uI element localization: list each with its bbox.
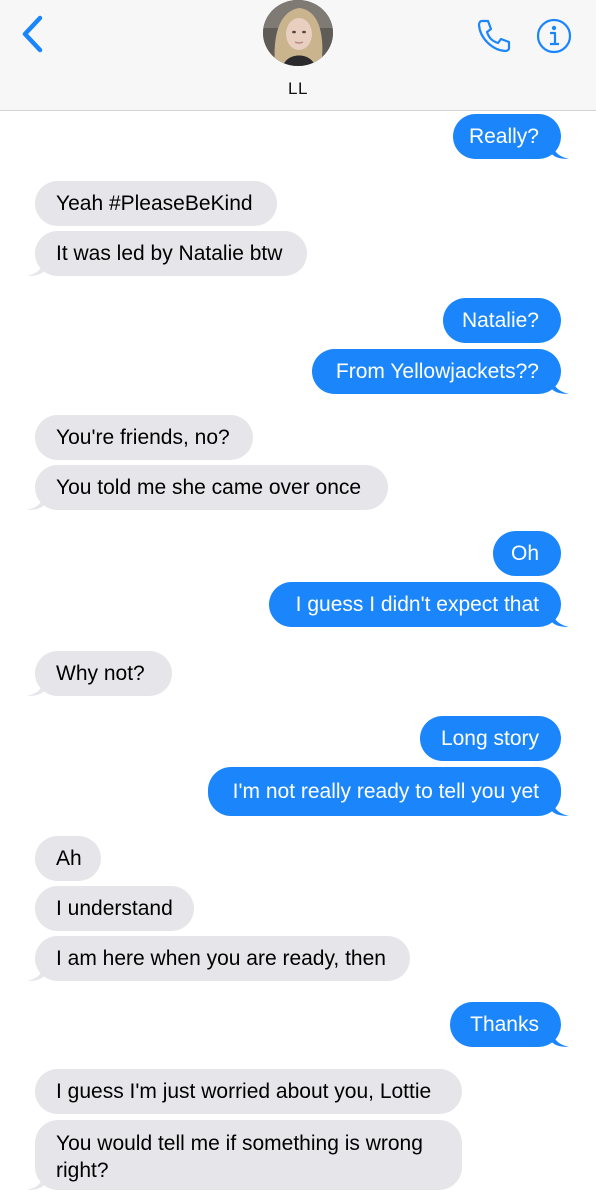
message-text: Why not? bbox=[56, 662, 145, 685]
bubble-tail bbox=[27, 490, 45, 510]
message-text: Ah bbox=[56, 847, 82, 870]
sent-message-bubble[interactable]: Natalie? bbox=[443, 298, 561, 343]
sent-message-bubble[interactable]: Thanks bbox=[450, 1002, 561, 1047]
message-text: I understand bbox=[56, 897, 173, 920]
contact-photo bbox=[263, 0, 333, 66]
message-text: From Yellowjackets?? bbox=[335, 360, 539, 383]
sent-message-bubble[interactable]: Oh bbox=[493, 531, 561, 576]
message-text: Oh bbox=[510, 542, 539, 565]
info-button[interactable] bbox=[534, 16, 574, 56]
bubble-tail bbox=[27, 676, 45, 696]
message-text: Thanks bbox=[470, 1013, 539, 1036]
bubble-tail bbox=[27, 961, 45, 981]
message-text: I am here when you are ready, then bbox=[56, 947, 386, 970]
received-message-bubble[interactable]: Why not? bbox=[35, 651, 172, 696]
bubble-tail bbox=[27, 1170, 45, 1190]
sent-message-bubble[interactable]: From Yellowjackets?? bbox=[312, 349, 561, 394]
message-text: Natalie? bbox=[461, 309, 539, 332]
message-text: Long story bbox=[440, 727, 539, 750]
bubble-tail bbox=[551, 607, 569, 627]
conversation-header: LL bbox=[0, 0, 596, 111]
received-message-bubble[interactable]: I guess I'm just worried about you, Lott… bbox=[35, 1069, 462, 1114]
message-text: You're friends, no? bbox=[56, 426, 230, 449]
chevron-left-icon bbox=[22, 15, 43, 53]
call-button[interactable] bbox=[474, 16, 514, 56]
bubble-tail bbox=[551, 374, 569, 394]
info-icon bbox=[536, 18, 572, 54]
message-text: You would tell me if something is wrong … bbox=[56, 1132, 423, 1182]
received-message-bubble[interactable]: I understand bbox=[35, 886, 194, 931]
sent-message-bubble[interactable]: Long story bbox=[420, 716, 561, 761]
sent-message-bubble[interactable]: Really? bbox=[453, 114, 561, 159]
message-text: I guess I didn't expect that bbox=[295, 593, 539, 616]
avatar[interactable] bbox=[263, 0, 333, 66]
received-message-bubble[interactable]: You're friends, no? bbox=[35, 415, 253, 460]
back-button[interactable] bbox=[14, 12, 54, 56]
sent-message-bubble[interactable]: I'm not really ready to tell you yet bbox=[208, 767, 561, 816]
bubble-tail bbox=[27, 256, 45, 276]
contact-name[interactable]: LL bbox=[0, 79, 596, 99]
bubble-tail bbox=[551, 1027, 569, 1047]
received-message-bubble[interactable]: It was led by Natalie btw bbox=[35, 231, 307, 276]
message-text: You told me she came over once bbox=[56, 476, 362, 499]
received-message-bubble[interactable]: You would tell me if something is wrong … bbox=[35, 1120, 462, 1190]
received-message-bubble[interactable]: Ah bbox=[35, 836, 101, 881]
sent-message-bubble[interactable]: I guess I didn't expect that bbox=[269, 582, 561, 627]
message-text: Yeah #PleaseBeKind bbox=[56, 192, 253, 215]
received-message-bubble[interactable]: Yeah #PleaseBeKind bbox=[35, 181, 277, 226]
phone-icon bbox=[477, 19, 511, 53]
message-text: I guess I'm just worried about you, Lott… bbox=[56, 1080, 432, 1103]
bubble-tail bbox=[551, 139, 569, 159]
received-message-bubble[interactable]: You told me she came over once bbox=[35, 465, 388, 510]
bubble-tail bbox=[551, 796, 569, 816]
message-text: It was led by Natalie btw bbox=[56, 242, 283, 265]
message-text: I'm not really ready to tell you yet bbox=[232, 780, 539, 803]
received-message-bubble[interactable]: I am here when you are ready, then bbox=[35, 936, 410, 981]
message-text: Really? bbox=[468, 125, 539, 148]
